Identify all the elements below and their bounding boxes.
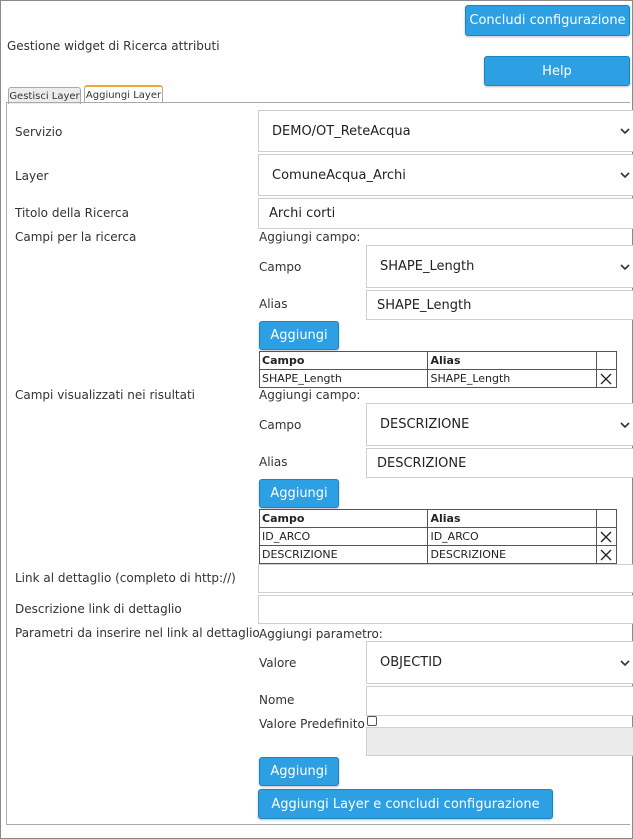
campi-visualizzati-label: Campi visualizzati nei risultati <box>15 388 195 402</box>
campi-ricerca-campo-value: SHAPE_Length <box>380 259 475 274</box>
titolo-label: Titolo della Ricerca <box>15 206 129 220</box>
table-header-row: Campo Alias <box>258 351 618 370</box>
link-dettaglio-label: Link al dettaglio (completo di http://) <box>15 571 236 585</box>
campi-ricerca-label: Campi per la ricerca <box>15 230 137 244</box>
layer-value: ComuneAcqua_Archi <box>272 167 406 183</box>
campi-ricerca-campo-select[interactable]: SHAPE_Length <box>366 245 633 288</box>
campi-visualizzati-alias-label: Alias <box>259 455 288 469</box>
remove-row-button[interactable] <box>595 527 618 546</box>
campi-ricerca-alias-value: SHAPE_Length <box>377 297 472 313</box>
window-frame: Concludi configurazione Gestione widget … <box>0 0 633 839</box>
campi-visualizzati-campo-select[interactable]: DESCRIZIONE <box>366 403 633 446</box>
add-layer-and-finish-button[interactable]: Aggiungi Layer e concludi configurazione <box>258 789 553 819</box>
parametri-add-button[interactable]: Aggiungi <box>259 757 339 786</box>
parametri-predefinito-input <box>366 727 633 756</box>
finish-config-button[interactable]: Concludi configurazione <box>465 5 630 36</box>
campi-visualizzati-alias-value: DESCRIZIONE <box>377 455 467 471</box>
campi-visualizzati-campo-label: Campo <box>259 418 302 432</box>
campi-ricerca-alias-input[interactable]: SHAPE_Length <box>366 290 633 320</box>
table-cell-alias: SHAPE_Length <box>427 369 597 388</box>
parametri-label: Parametri da inserire nel link al dettag… <box>15 626 260 640</box>
servizio-select[interactable]: DEMO/OT_ReteAcqua <box>258 110 633 152</box>
parametri-add-label: Aggiungi parametro: <box>259 627 383 641</box>
campi-ricerca-add-button[interactable]: Aggiungi <box>259 321 339 350</box>
table-cell-campo: ID_ARCO <box>258 527 429 546</box>
campi-ricerca-table: Campo Alias SHAPE_Length SHAPE_Length <box>258 351 618 388</box>
campi-visualizzati-alias-input[interactable]: DESCRIZIONE <box>366 448 633 478</box>
chevron-down-icon <box>620 659 630 666</box>
remove-row-button[interactable] <box>595 545 618 564</box>
table-header-alias: Alias <box>427 509 597 528</box>
remove-row-button[interactable] <box>595 369 618 388</box>
titolo-input[interactable]: Archi corti <box>258 198 633 229</box>
table-header-empty <box>595 351 618 370</box>
table-header-empty <box>595 509 618 528</box>
parametri-nome-input[interactable] <box>366 686 633 716</box>
help-button[interactable]: Help <box>484 56 630 86</box>
chevron-down-icon <box>620 172 630 179</box>
campi-ricerca-alias-label: Alias <box>259 297 288 311</box>
table-cell-campo: SHAPE_Length <box>258 369 429 388</box>
campi-ricerca-add-label: Aggiungi campo: <box>259 230 361 244</box>
table-cell-alias: DESCRIZIONE <box>427 545 597 564</box>
parametri-valore-value: OBJECTID <box>380 655 443 670</box>
campi-visualizzati-add-label: Aggiungi campo: <box>259 388 361 402</box>
table-row: SHAPE_Length SHAPE_Length <box>258 369 618 388</box>
descrizione-link-label: Descrizione link di dettaglio <box>15 602 182 616</box>
table-header-alias: Alias <box>427 351 597 370</box>
layer-select[interactable]: ComuneAcqua_Archi <box>258 154 633 196</box>
servizio-label: Servizio <box>15 125 63 139</box>
table-row: DESCRIZIONE DESCRIZIONE <box>258 545 618 564</box>
parametri-predefinito-checkbox[interactable] <box>367 716 377 726</box>
close-icon <box>601 531 612 542</box>
table-row: ID_ARCO ID_ARCO <box>258 527 618 546</box>
chevron-down-icon <box>620 421 630 428</box>
close-icon <box>601 549 612 560</box>
titolo-value: Archi corti <box>269 206 336 221</box>
table-header-campo: Campo <box>258 509 429 528</box>
page-title: Gestione widget di Ricerca attributi <box>7 39 220 53</box>
tab-aggiungi-layer[interactable]: Aggiungi Layer <box>84 85 163 103</box>
link-dettaglio-input[interactable] <box>258 564 633 593</box>
layer-label: Layer <box>15 169 49 183</box>
chevron-down-icon <box>620 128 630 135</box>
parametri-valore-select[interactable]: OBJECTID <box>366 641 633 684</box>
descrizione-link-input[interactable] <box>258 595 633 624</box>
table-cell-alias: ID_ARCO <box>427 527 597 546</box>
table-header-row: Campo Alias <box>258 509 618 528</box>
chevron-down-icon <box>620 263 630 270</box>
close-icon <box>601 373 612 384</box>
campi-visualizzati-campo-value: DESCRIZIONE <box>380 417 470 432</box>
campi-ricerca-campo-label: Campo <box>259 260 302 274</box>
parametri-valore-label: Valore <box>259 656 297 670</box>
parametri-nome-label: Nome <box>259 693 295 707</box>
servizio-value: DEMO/OT_ReteAcqua <box>272 123 411 139</box>
campi-visualizzati-table: Campo Alias ID_ARCO ID_ARCO DESCRIZIONE … <box>258 509 618 564</box>
campi-visualizzati-add-button[interactable]: Aggiungi <box>259 479 339 508</box>
parametri-predefinito-label: Valore Predefinito <box>259 717 365 731</box>
table-cell-campo: DESCRIZIONE <box>258 545 429 564</box>
table-header-campo: Campo <box>258 351 429 370</box>
